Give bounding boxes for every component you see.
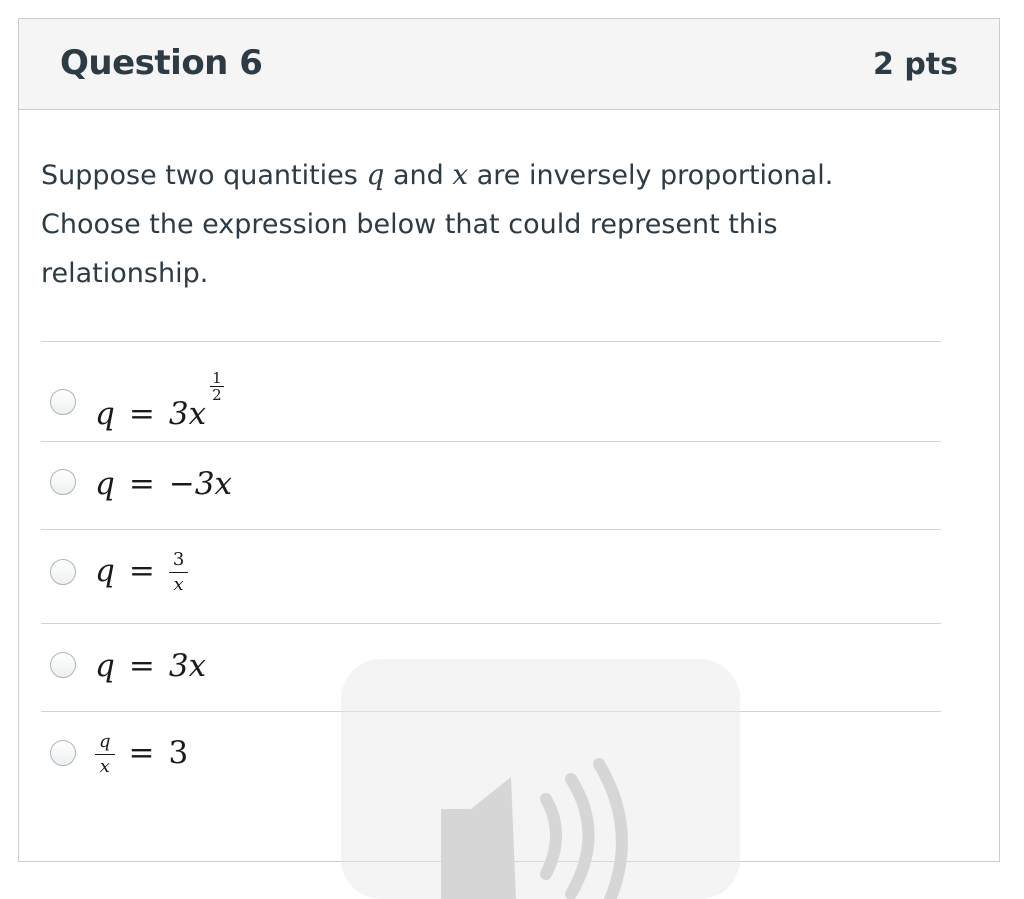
expr-rhs: 3x	[168, 648, 207, 684]
expr-lhs: q	[95, 553, 115, 589]
expr-lhs: q	[95, 466, 115, 502]
question-text: Suppose two quantities q and x are inver…	[41, 150, 901, 298]
expr-fraction: 3x	[168, 550, 189, 595]
answer-expression: q x = 3	[95, 732, 188, 777]
answer-expression: q = 3x	[95, 648, 206, 684]
expr-equals: =	[128, 553, 155, 589]
answer-option-2[interactable]: q = −3x	[41, 441, 941, 529]
fraction-denominator: x	[99, 756, 110, 777]
exponent-numerator: 1	[210, 369, 224, 387]
answer-expression: q = 3x	[95, 550, 189, 595]
question-text-part2: and	[384, 160, 453, 191]
fraction-numerator: q	[95, 732, 115, 755]
answer-option-1[interactable]: q = 3x 1 2	[41, 341, 941, 441]
variable-q: q	[366, 158, 385, 191]
expr-fraction: qx	[95, 732, 115, 777]
expr-exponent: 12	[210, 370, 224, 403]
audio-overlay[interactable]	[341, 659, 740, 899]
question-title: Question 6	[60, 43, 263, 83]
exponent-denominator: 2	[212, 386, 222, 404]
radio-button[interactable]	[50, 740, 76, 766]
expr-rhs: 3	[168, 735, 189, 771]
answer-expression: q = 3x 1 2	[95, 370, 224, 432]
fraction-numerator: 3	[168, 550, 189, 573]
fraction-denominator: x	[173, 574, 184, 595]
answer-option-3[interactable]: q = 3 x	[41, 529, 941, 623]
question-points: 2 pts	[873, 47, 958, 82]
variable-x: x	[452, 158, 469, 191]
speaker-icon	[441, 758, 628, 899]
expr-equals: =	[128, 735, 155, 771]
question-text-part1: Suppose two quantities	[41, 160, 367, 191]
question-header: Question 6 2 pts	[19, 19, 999, 110]
expr-rhs: 3x	[168, 396, 207, 432]
radio-button[interactable]	[50, 652, 76, 678]
radio-button[interactable]	[50, 389, 76, 415]
expr-equals: =	[128, 466, 155, 502]
expr-equals: =	[128, 396, 155, 432]
radio-button[interactable]	[50, 469, 76, 495]
answer-expression: q = −3x	[95, 466, 232, 502]
radio-button[interactable]	[50, 559, 76, 585]
expr-lhs: q	[95, 648, 115, 684]
expr-rhs: −3x	[168, 466, 233, 502]
expr-lhs: q	[95, 396, 115, 432]
expr-equals: =	[128, 648, 155, 684]
